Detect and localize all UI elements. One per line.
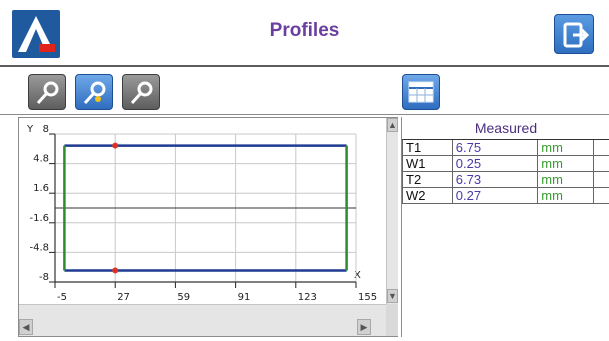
x-axis-letter: X — [354, 270, 361, 281]
row-label: W2 — [402, 186, 453, 204]
table-view-button[interactable] — [402, 74, 440, 110]
row-value: 6.73 — [451, 170, 539, 188]
profile-button-1[interactable] — [28, 74, 66, 110]
table-row: W1 0.25 mm — [402, 154, 609, 172]
vertical-scrollbar[interactable]: ▲ ▼ — [386, 118, 398, 304]
table-row: T1 6.75 mm — [402, 138, 609, 156]
row-unit: mm — [537, 154, 595, 172]
x-tick-label: 91 — [238, 292, 251, 303]
exit-button[interactable] — [554, 14, 594, 54]
y-tick-label: -8 — [39, 272, 49, 283]
row-spacer — [593, 138, 609, 156]
profile-plot: Y X -5 27 59 91 123 155 8 4.8 1.6 -1.6 -4.8 -8 — [26, 124, 377, 303]
y-tick-label: 1.6 — [33, 183, 49, 194]
row-value: 0.25 — [451, 154, 539, 172]
scrollbar-corner — [386, 304, 398, 336]
profile-plot-panel: Y X -5 27 59 91 123 155 8 4.8 1.6 -1.6 -4.8 -8 ▲ ▼ … — [18, 117, 398, 337]
measured-table-panel: Measured T1 6.75 mm W1 0.25 mm T2 6.73 m… — [401, 117, 609, 337]
table-row: W2 0.27 mm — [402, 186, 609, 204]
profile-button-2[interactable] — [75, 74, 113, 110]
table-row: T2 6.73 mm — [402, 170, 609, 188]
row-label: T2 — [402, 170, 453, 188]
scroll-down-arrow-icon[interactable]: ▼ — [387, 289, 398, 303]
x-tick-label: 123 — [298, 292, 317, 303]
row-spacer — [593, 186, 609, 204]
table-icon — [408, 81, 434, 103]
page-title: Profiles — [269, 20, 340, 41]
x-tick-label: 27 — [117, 292, 130, 303]
row-spacer — [593, 154, 609, 172]
x-tick-label: 59 — [177, 292, 190, 303]
x-tick-label: -5 — [57, 292, 67, 303]
row-value: 0.27 — [451, 186, 539, 204]
exit-icon — [563, 22, 590, 48]
scroll-left-arrow-icon[interactable]: ◀ — [19, 319, 33, 335]
y-tick-label: 4.8 — [33, 154, 49, 165]
y-tick-label: -4.8 — [29, 242, 49, 253]
probe-icon — [130, 81, 153, 105]
row-label: T1 — [402, 138, 453, 156]
scroll-right-arrow-icon[interactable]: ▶ — [357, 319, 371, 335]
app-header: Profiles — [0, 0, 609, 67]
x-tick-label: 155 — [358, 292, 377, 303]
row-value: 6.75 — [451, 138, 539, 156]
measurement-marker — [112, 142, 119, 149]
horizontal-scrollbar[interactable]: ◀ ▶ — [19, 304, 386, 336]
probe-icon — [83, 81, 106, 105]
y-axis-letter: Y — [26, 124, 34, 135]
toolbar — [0, 69, 609, 115]
y-tick-label: -1.6 — [29, 213, 49, 224]
row-label: W1 — [402, 154, 453, 172]
y-tick-label: 8 — [43, 124, 49, 135]
row-unit: mm — [537, 186, 595, 204]
measurement-marker — [112, 267, 119, 274]
row-unit: mm — [537, 138, 595, 156]
row-spacer — [593, 170, 609, 188]
probe-icon — [36, 81, 59, 105]
scroll-up-arrow-icon[interactable]: ▲ — [387, 118, 398, 132]
measured-header: Measured — [402, 117, 609, 140]
measured-table: Measured T1 6.75 mm W1 0.25 mm T2 6.73 m… — [402, 117, 609, 204]
profile-button-3[interactable] — [122, 74, 160, 110]
row-unit: mm — [537, 170, 595, 188]
